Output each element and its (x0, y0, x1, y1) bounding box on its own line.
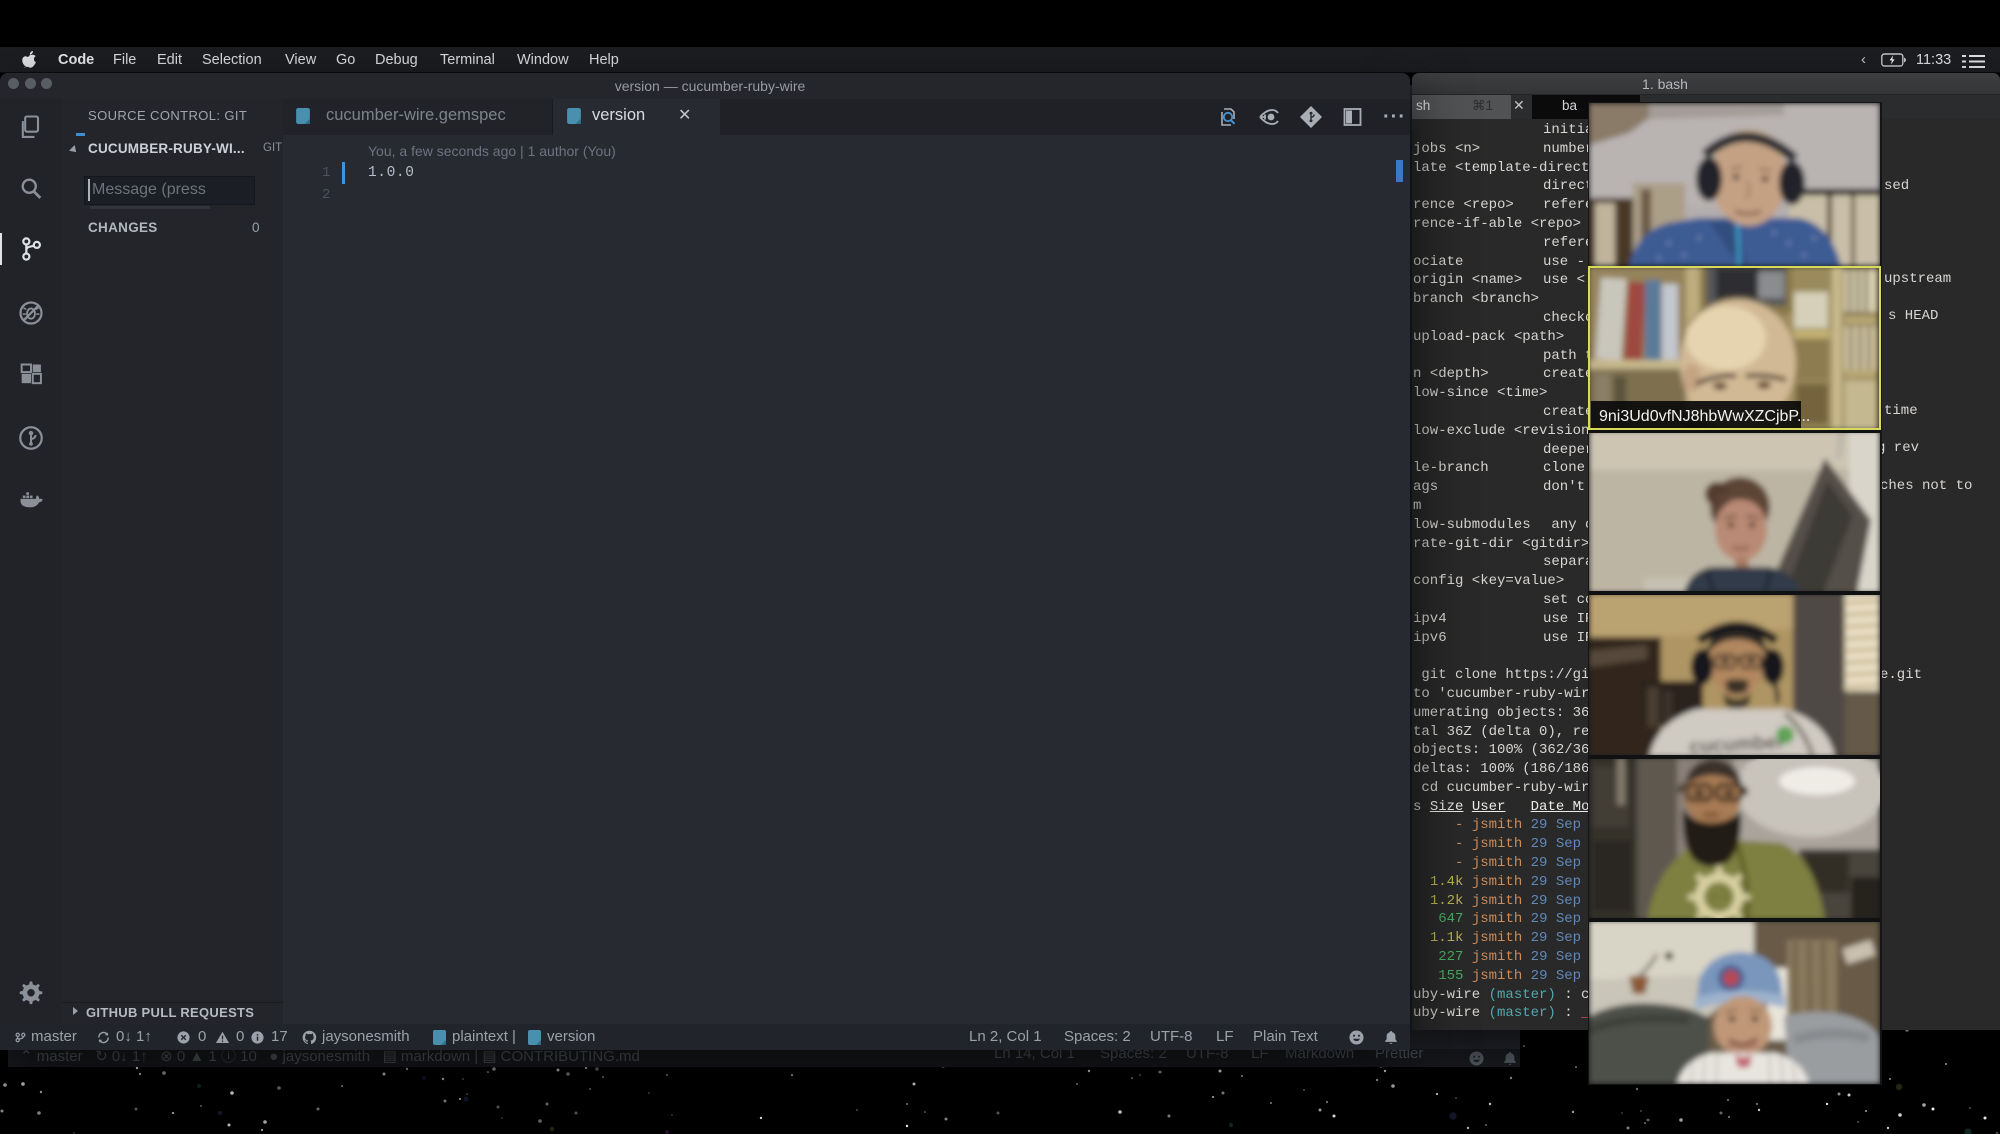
svg-text:cucumber: cucumber (1689, 731, 1786, 757)
svg-text:9ni3Ud0vfNJ8hbWwXZCjbP...: 9ni3Ud0vfNJ8hbWwXZCjbP... (1599, 408, 1810, 425)
